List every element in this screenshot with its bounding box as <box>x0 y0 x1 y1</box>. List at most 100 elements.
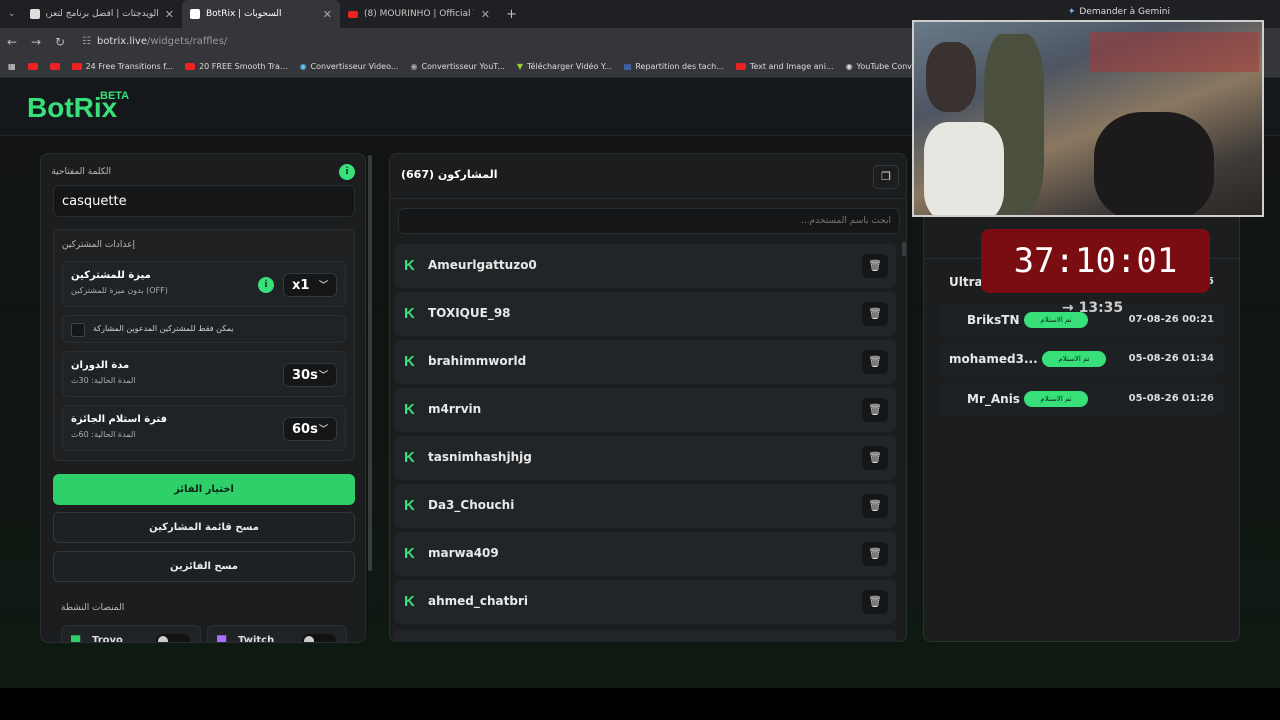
youtube-icon <box>348 10 358 18</box>
bookmark-item[interactable]: 24 Free Transitions f... <box>71 62 173 71</box>
subscriber-feature-sub: بدون ميزة للمشتركين (OFF) <box>71 286 168 295</box>
kick-icon: K <box>404 257 415 274</box>
trash-icon[interactable]: 🗑 <box>862 494 888 518</box>
participant-row: K Ameurlgattuzo0 🗑 <box>394 244 896 288</box>
participants-scrollbar[interactable] <box>902 242 906 256</box>
close-tab-icon[interactable]: ✕ <box>165 8 174 21</box>
spin-duration-row: مدة الدوران المدة الحالية: 30ث 30s ﹀ <box>62 351 346 397</box>
bookmark-item[interactable]: ▤ Repartition des tach... <box>624 62 724 71</box>
clear-participants-button[interactable]: مسح قائمة المشاركين <box>53 512 355 543</box>
site-info-icon[interactable]: ☷ <box>82 36 91 47</box>
kick-icon: K <box>404 449 415 466</box>
trovo-toggle[interactable] <box>156 634 190 642</box>
close-tab-icon[interactable]: ✕ <box>481 8 490 21</box>
participant-row: Kbrahimmworld 🗑 <box>394 340 896 384</box>
claim-period-row: فترة استلام الجائزة المدة الحالية: 60ث 6… <box>62 405 346 451</box>
claim-period-select[interactable]: 60s ﹀ <box>283 417 337 441</box>
bookmark-item[interactable]: ◉ Convertisseur Video... <box>300 62 399 71</box>
copy-icon[interactable]: ❐ <box>873 165 899 189</box>
participant-row-partial <box>394 630 896 642</box>
spin-duration-sub: المدة الحالية: 30ث <box>71 376 136 385</box>
trash-icon[interactable]: 🗑 <box>862 302 888 326</box>
webcam-overlay <box>912 20 1264 217</box>
search-input[interactable]: ابحث باسم المستخدم... <box>398 208 900 234</box>
bookmark-item[interactable]: Text and Image ani... <box>735 62 834 71</box>
clear-winners-button[interactable]: مسح الفائزين <box>53 551 355 582</box>
trash-icon[interactable]: 🗑 <box>862 398 888 422</box>
forward-icon[interactable]: → <box>24 35 48 49</box>
invited-only-label: يمكن فقط للمشتركين المدعوين المشاركة <box>93 324 234 333</box>
youtube-icon[interactable] <box>27 62 38 70</box>
multiplier-select[interactable]: x1 ﹀ <box>283 273 337 297</box>
back-icon[interactable]: ← <box>0 35 24 49</box>
invited-only-checkbox[interactable] <box>71 323 85 337</box>
trash-icon[interactable]: 🗑 <box>862 446 888 470</box>
youtube-icon[interactable] <box>49 62 60 70</box>
subscriber-feature-title: ميزة للمشتركين <box>71 270 151 281</box>
winner-row: mohamed3... تم الاستلام 05-08-26 01:34 <box>940 343 1224 375</box>
site-icon <box>190 9 200 19</box>
tab-widgets[interactable]: الويدجتات | أفضل برنامج لتعزيز ال... ✕ <box>22 0 182 28</box>
participant-row: K TOXIQUE_98 🗑 <box>394 292 896 336</box>
spin-duration-select[interactable]: 30s ﹀ <box>283 363 337 387</box>
winner-row: Mr_Anis تم الاستلام 05-08-26 01:26 <box>940 383 1224 415</box>
subscriber-feature-row: ميزة للمشتركين بدون ميزة للمشتركين (OFF)… <box>62 261 346 307</box>
info-icon[interactable]: i <box>258 277 274 293</box>
participant-row: Kahmed_chatbri 🗑 <box>394 580 896 624</box>
sub-timer: → 13:35 <box>1062 300 1124 316</box>
info-icon[interactable]: i <box>339 164 355 180</box>
trovo-icon: ■ <box>70 632 82 643</box>
twitch-toggle[interactable] <box>302 634 336 642</box>
reload-icon[interactable]: ↻ <box>48 35 72 49</box>
active-platforms-label: المنصات النشطة <box>61 603 125 613</box>
pick-winner-button[interactable]: اختيار الفائز <box>53 474 355 505</box>
participant-row: Kmarwa409 🗑 <box>394 532 896 576</box>
trash-icon[interactable]: 🗑 <box>862 350 888 374</box>
countdown-timer: 37:10:01 <box>981 229 1210 293</box>
status-badge: تم الاستلام <box>1042 351 1106 367</box>
kick-icon: K <box>404 305 415 322</box>
tab-botrix[interactable]: BotRix | السحوبات ✕ <box>182 0 340 28</box>
twitch-icon: ■ <box>216 632 228 643</box>
tab-list-button[interactable]: ⌄ <box>0 0 22 28</box>
kick-icon: K <box>404 545 415 562</box>
kick-icon: K <box>404 497 415 514</box>
spin-duration-title: مدة الدوران <box>71 360 130 371</box>
trash-icon[interactable]: 🗑 <box>862 542 888 566</box>
platform-twitch: ■ Twitch <box>207 625 347 643</box>
participants-title: المشاركون (667) <box>401 168 498 181</box>
bottom-bar <box>0 688 1280 720</box>
trash-icon[interactable]: 🗑 <box>862 254 888 278</box>
settings-panel: الكلمة المفتاحية i casquette إعدادات الم… <box>40 153 366 643</box>
kick-icon: K <box>404 353 415 370</box>
keyword-label: الكلمة المفتاحية <box>51 167 111 177</box>
beta-badge: BETA <box>100 90 130 102</box>
new-tab-button[interactable]: + <box>498 0 525 28</box>
claim-period-title: فترة استلام الجائزة <box>71 414 168 425</box>
trash-icon[interactable]: 🗑 <box>862 590 888 614</box>
settings-scrollbar[interactable] <box>368 155 372 571</box>
tab-youtube[interactable]: (8) MOURINHO | Official Trailer ✕ <box>340 0 498 28</box>
close-tab-icon[interactable]: ✕ <box>323 8 332 21</box>
apps-icon[interactable]: ▦ <box>8 62 16 71</box>
site-icon <box>30 9 40 19</box>
status-badge: تم الاستلام <box>1024 391 1088 407</box>
participants-settings-label: إعدادات المشتركين <box>62 240 135 250</box>
participant-row: Km4rrvin 🗑 <box>394 388 896 432</box>
kick-icon: K <box>404 401 415 418</box>
chevron-down-icon: ﹀ <box>318 370 328 381</box>
platform-trovo: ■ Trovo <box>61 625 201 643</box>
gemini-button[interactable]: ✦ Demander à Gemini <box>1068 7 1170 17</box>
claim-period-sub: المدة الحالية: 60ث <box>71 430 136 439</box>
invited-only-row: يمكن فقط للمشتركين المدعوين المشاركة <box>62 315 346 343</box>
bookmark-item[interactable]: ◉ Convertisseur YouT... <box>410 62 504 71</box>
participant-row: Ktasnimhashjhjg 🗑 <box>394 436 896 480</box>
bookmark-item[interactable]: ▼ Télécharger Vidéo Y... <box>517 62 612 71</box>
url-field[interactable]: ☷ botrix.live/widgets/raffles/ <box>82 36 227 47</box>
participants-settings-card: إعدادات المشتركين ميزة للمشتركين بدون مي… <box>53 229 355 461</box>
bookmark-item[interactable]: 20 FREE Smooth Tra... <box>185 62 288 71</box>
chevron-down-icon: ﹀ <box>318 424 328 435</box>
sparkle-icon: ✦ <box>1067 7 1076 17</box>
chevron-down-icon: ﹀ <box>318 280 328 291</box>
keyword-input[interactable]: casquette <box>53 185 355 217</box>
